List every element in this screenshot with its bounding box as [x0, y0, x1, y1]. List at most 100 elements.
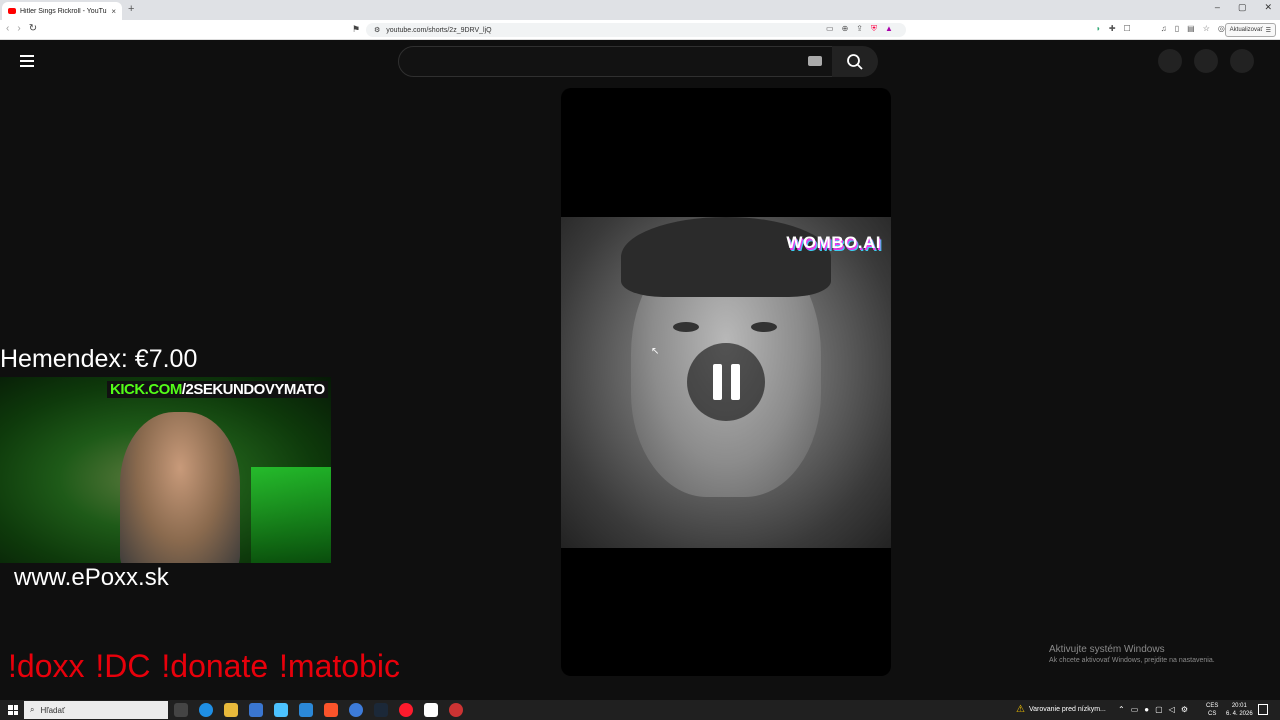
store-icon[interactable]	[249, 703, 263, 717]
pause-bar-right	[730, 364, 740, 400]
low-battery-warning[interactable]: ⚠ Varovanie pred nízkym...	[1016, 704, 1106, 715]
vpn-icon[interactable]: ◎	[1218, 24, 1225, 33]
copilot-icon[interactable]	[274, 703, 288, 717]
nav-buttons: ‹ › ↻	[6, 23, 37, 34]
extension-icons: ◗ ✚ ☐ ♫ ▯ ▤ ☆ ◎	[1096, 24, 1225, 33]
omnibox-icons: ▭ ⊕ ⇪ ⛨ ▲	[826, 24, 893, 34]
create-button[interactable]	[1158, 49, 1182, 73]
volume-icon[interactable]: ◁	[1169, 705, 1175, 714]
forward-icon[interactable]: ›	[17, 23, 20, 34]
youtube-favicon-icon	[8, 8, 16, 14]
warning-text: Varovanie pred nízkym...	[1028, 706, 1106, 713]
chat-commands: !doxx !DC !donate !matobic	[8, 648, 400, 684]
tab-title: Hitler Sings Rickroll - YouTube	[20, 7, 108, 15]
favorites-icon[interactable]: ☆	[1203, 24, 1210, 33]
donation-alert: Hemendex: €7.00	[0, 345, 198, 373]
cast-icon[interactable]: ▭	[826, 24, 834, 34]
tab-close-icon[interactable]: ×	[111, 7, 116, 16]
search-icon: ⌕	[30, 705, 35, 714]
windows-activation-watermark: Aktivujte systém Windows Ak chcete aktiv…	[1049, 644, 1215, 664]
brave-rewards-icon[interactable]: ▲	[885, 24, 893, 34]
system-tray: ⌃ ▭ ● ▢ ◁ ⚙	[1118, 705, 1188, 714]
edge-icon[interactable]	[199, 703, 213, 717]
site-info-icon[interactable]: ⚙	[374, 26, 380, 34]
clock-time: 20:01	[1231, 703, 1247, 709]
browser-toolbar: ‹ › ↻ ⚑ ⚙ youtube.com/shorts/2z_9DRV_ljQ…	[0, 20, 1280, 40]
back-icon[interactable]: ‹	[6, 23, 9, 34]
website-label: www.ePoxx.sk	[14, 564, 169, 591]
mail-icon[interactable]	[299, 703, 313, 717]
streamer-webcam: KICK.COM/2SEKUNDOVYMATO	[0, 377, 331, 563]
activation-title: Aktivujte systém Windows	[1049, 644, 1165, 655]
hamburger-menu-icon[interactable]	[20, 55, 34, 67]
usb-icon[interactable]: ▭	[1131, 705, 1139, 714]
reload-icon[interactable]: ↻	[29, 23, 37, 34]
search-icon	[847, 53, 863, 70]
kick-suffix: /2SEKUNDOVYMATO	[181, 381, 325, 398]
pause-bar-left	[712, 364, 722, 400]
video-eye-left	[673, 322, 699, 332]
language-top: CES	[1206, 703, 1219, 709]
music-icon[interactable]: ♫	[1161, 24, 1167, 33]
video-hair	[621, 217, 831, 297]
menu-icon: ☰	[1265, 27, 1271, 34]
shorts-player[interactable]: WOMBO.AI	[561, 88, 891, 676]
recording-icon[interactable]	[449, 703, 463, 717]
opera-icon[interactable]	[399, 703, 413, 717]
chevron-up-icon[interactable]: ⌃	[1118, 705, 1125, 714]
wallet-icon[interactable]: ◗	[1096, 24, 1101, 33]
taskbar-search[interactable]: ⌕ Hľadať	[24, 701, 168, 719]
webcam-person	[120, 412, 240, 563]
keyboard-icon[interactable]	[808, 56, 822, 66]
video-frame: WOMBO.AI	[561, 217, 891, 548]
update-button[interactable]: Aktualizovať ☰	[1224, 23, 1276, 37]
sidebar-icon[interactable]: ▯	[1175, 24, 1179, 33]
search-input[interactable]	[398, 46, 834, 77]
windows-taskbar: ⌕ Hľadať ⚠ Varovanie pred nízkym... ⌃ ▭ …	[0, 700, 1280, 720]
kick-channel-banner: KICK.COM/2SEKUNDOVYMATO	[107, 381, 328, 398]
mouse-cursor-icon: ↖	[651, 346, 660, 357]
extensions-icon[interactable]: ✚	[1109, 24, 1116, 33]
start-button[interactable]	[8, 705, 18, 715]
reading-list-icon[interactable]: ▤	[1187, 24, 1195, 33]
steam-icon[interactable]	[374, 703, 388, 717]
url-text: youtube.com/shorts/2z_9DRV_ljQ	[386, 26, 492, 34]
notifications-button[interactable]	[1194, 49, 1218, 73]
wombo-watermark: WOMBO.AI	[786, 233, 881, 252]
window-controls: – ▢ ✕	[1215, 2, 1272, 13]
brave-icon[interactable]	[324, 703, 338, 717]
kick-prefix: KICK.COM	[110, 381, 182, 398]
app-icon[interactable]	[349, 703, 363, 717]
activation-subtitle: Ak chcete aktivovať Windows, prejdite na…	[1049, 657, 1215, 664]
video-eye-right	[751, 322, 777, 332]
network-icon[interactable]: ▢	[1155, 705, 1163, 714]
task-view-icon[interactable]	[174, 703, 188, 717]
pause-button[interactable]	[687, 343, 765, 421]
search-button[interactable]	[832, 46, 878, 77]
minimize-button[interactable]: –	[1215, 2, 1220, 13]
notification-icon[interactable]	[1258, 704, 1268, 715]
file-explorer-icon[interactable]	[224, 703, 238, 717]
language-bottom: CS	[1208, 711, 1217, 717]
taskbar-apps	[174, 703, 463, 717]
brave-shield-icon[interactable]: ⛨	[871, 24, 877, 34]
maximize-button[interactable]: ▢	[1238, 2, 1247, 13]
update-label: Aktualizovať	[1229, 27, 1263, 33]
extension-icon[interactable]: ☐	[1124, 24, 1131, 33]
close-window-button[interactable]: ✕	[1264, 2, 1272, 13]
clock[interactable]: 20:01 6. 4. 2026	[1226, 702, 1253, 718]
microphone-icon[interactable]: ●	[1144, 705, 1149, 714]
browser-tab[interactable]: Hitler Sings Rickroll - YouTube ×	[2, 2, 122, 20]
avatar[interactable]	[1230, 49, 1254, 73]
browser-tab-strip: Hitler Sings Rickroll - YouTube × + – ▢ …	[0, 0, 1280, 20]
zoom-icon[interactable]: ⊕	[842, 24, 849, 34]
bookmark-icon[interactable]: ⚑	[352, 24, 360, 35]
clock-date: 6. 4. 2026	[1226, 711, 1253, 717]
settings-icon[interactable]: ⚙	[1181, 705, 1188, 714]
language-indicator[interactable]: CES CS	[1206, 702, 1218, 718]
webcam-pc-glow	[251, 467, 331, 563]
obs-icon[interactable]	[424, 703, 438, 717]
share-icon[interactable]: ⇪	[856, 24, 863, 34]
new-tab-button[interactable]: +	[128, 3, 134, 15]
address-bar[interactable]: ⚙ youtube.com/shorts/2z_9DRV_ljQ	[366, 23, 906, 37]
